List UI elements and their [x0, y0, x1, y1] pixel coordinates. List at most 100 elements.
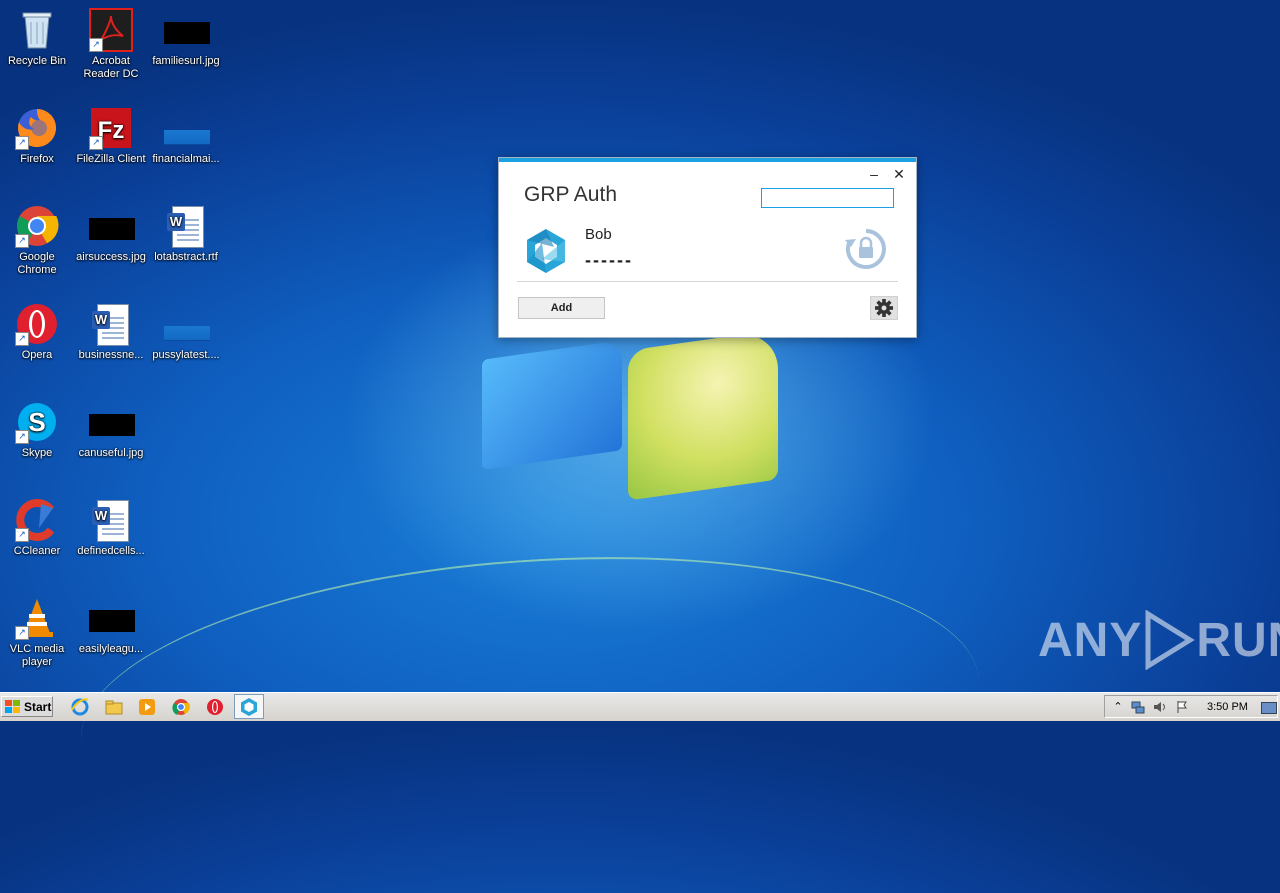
shortcut-arrow-icon: ↗: [15, 626, 29, 640]
filezilla-icon: Fz ↗: [89, 106, 133, 150]
grp-auth-window: – ✕ GRP Auth Bob ------ Add: [498, 157, 917, 338]
acrobat-icon: ↗: [89, 8, 133, 52]
image-thumbnail: [89, 414, 135, 436]
desktop-icon-label: canuseful.jpg: [78, 447, 144, 459]
account-code: ------: [585, 250, 633, 270]
desktop-icon-label: familiesurl.jpg: [152, 55, 220, 67]
windows-flag-icon: [5, 699, 20, 713]
image-thumbnail: [164, 22, 210, 44]
desktop-icon-vlc[interactable]: ↗ VLC media player: [0, 596, 74, 669]
word-document-icon: W: [89, 498, 133, 542]
desktop-icon-familiesurl[interactable]: familiesurl.jpg: [149, 8, 223, 68]
desktop-icon-airsuccess[interactable]: airsuccess.jpg: [74, 204, 148, 264]
anyrun-watermark: ANY RUN: [1038, 610, 1280, 670]
shortcut-arrow-icon: ↗: [89, 136, 103, 150]
desktop-icon-google-chrome[interactable]: ↗ Google Chrome: [0, 204, 74, 277]
opera-icon: ↗: [15, 302, 59, 346]
svg-text:S: S: [28, 407, 45, 437]
desktop-icon-lotabstract[interactable]: W lotabstract.rtf: [149, 204, 223, 264]
image-file-icon: [89, 596, 135, 640]
close-button[interactable]: ✕: [890, 166, 908, 182]
volume-icon[interactable]: [1153, 700, 1167, 714]
desktop-icon-label: Recycle Bin: [7, 55, 67, 67]
gear-icon: [875, 299, 893, 317]
image-file-icon: [89, 400, 135, 444]
desktop-icon-financialmai[interactable]: financialmai...: [149, 106, 223, 166]
shortcut-arrow-icon: ↗: [89, 38, 103, 52]
desktop-icon-label: definedcells...: [77, 545, 145, 557]
desktop-icon-label: easilyleagu...: [78, 643, 144, 655]
image-file-icon: [164, 106, 210, 150]
desktop-icon-label: Google Chrome: [17, 251, 57, 276]
recycle-bin-icon: [15, 8, 59, 52]
word-document-icon: W: [89, 302, 133, 346]
file-explorer-icon[interactable]: [104, 697, 124, 717]
chrome-icon: ↗: [15, 204, 59, 248]
desktop-icon-businessne[interactable]: W businessne...: [74, 302, 148, 362]
window-title: GRP Auth: [524, 183, 618, 206]
desktop-icon-acrobat[interactable]: ↗ Acrobat Reader DC: [74, 8, 148, 81]
skype-icon: S ↗: [15, 400, 59, 444]
start-button[interactable]: Start: [1, 696, 53, 717]
desktop-icon-label: Opera: [21, 349, 53, 361]
shortcut-arrow-icon: ↗: [15, 430, 29, 444]
desktop-icon-canuseful[interactable]: canuseful.jpg: [74, 400, 148, 460]
shortcut-arrow-icon: ↗: [15, 234, 29, 248]
add-button[interactable]: Add: [518, 297, 605, 319]
account-name: Bob: [585, 226, 612, 243]
network-icon[interactable]: [1131, 700, 1145, 714]
desktop-icon-label: airsuccess.jpg: [76, 251, 146, 263]
desktop-icon-label: lotabstract.rtf: [154, 251, 218, 263]
desktop-icon-filezilla[interactable]: Fz ↗ FileZilla Client: [74, 106, 148, 166]
ccleaner-icon: ↗: [15, 498, 59, 542]
start-label: Start: [24, 699, 52, 714]
image-thumbnail: [89, 218, 135, 240]
divider: [517, 281, 898, 282]
play-triangle-icon: [1145, 610, 1196, 670]
opera-taskbar-icon[interactable]: [205, 697, 225, 717]
desktop-icon-skype[interactable]: S ↗ Skype: [0, 400, 74, 460]
shortcut-arrow-icon: ↗: [15, 332, 29, 346]
desktop-icon-label: financialmai...: [152, 153, 220, 165]
desktop-icon-definedcells[interactable]: W definedcells...: [74, 498, 148, 558]
desktop-icon-recycle-bin[interactable]: Recycle Bin: [0, 8, 74, 68]
watermark-left: ANY: [1038, 613, 1143, 667]
settings-button[interactable]: [870, 296, 898, 320]
desktop-icon-ccleaner[interactable]: ↗ CCleaner: [0, 498, 74, 558]
logo-pane-blue: [482, 340, 622, 470]
vlc-cone-icon: ↗: [15, 596, 59, 640]
desktop-icon-pussylatest[interactable]: pussylatest....: [149, 302, 223, 362]
action-center-flag-icon[interactable]: [1175, 700, 1189, 714]
minimize-button[interactable]: –: [865, 166, 883, 182]
image-thumbnail: [89, 610, 135, 632]
system-tray: ⌃ 3:50 PM: [1104, 695, 1278, 718]
desktop-icon-easilyleagu[interactable]: easilyleagu...: [74, 596, 148, 656]
word-document-icon: W: [164, 204, 208, 248]
internet-explorer-icon[interactable]: [70, 697, 90, 717]
refresh-lock-icon[interactable]: [843, 226, 889, 272]
desktop-icon-opera[interactable]: ↗ Opera: [0, 302, 74, 362]
search-input[interactable]: [761, 188, 894, 208]
desktop-icon-label: FileZilla Client: [76, 153, 146, 165]
grp-auth-taskbar-icon: [241, 698, 257, 716]
desktop-icon-label: CCleaner: [13, 545, 61, 557]
watermark-right: RUN: [1196, 613, 1280, 667]
show-hidden-icons-chevron-icon[interactable]: ⌃: [1111, 700, 1125, 714]
image-file-icon: [164, 8, 210, 52]
chrome-taskbar-icon[interactable]: [171, 697, 191, 717]
account-logo-icon: [521, 226, 571, 276]
shortcut-arrow-icon: ↗: [15, 528, 29, 542]
shortcut-arrow-icon: ↗: [15, 136, 29, 150]
image-file-icon: [89, 204, 135, 248]
logo-pane-yellow: [628, 329, 778, 501]
grp-auth-taskbar-button[interactable]: [234, 694, 264, 719]
desktop-icon-label: Skype: [21, 447, 53, 459]
desktop-icon-label: pussylatest....: [152, 349, 220, 361]
image-thumbnail: [164, 326, 210, 341]
show-desktop-icon[interactable]: [1261, 702, 1277, 714]
media-player-icon[interactable]: [137, 697, 157, 717]
desktop-icon-firefox[interactable]: ↗ Firefox: [0, 106, 74, 166]
taskbar: Start ⌃ 3:50 PM: [0, 692, 1280, 721]
taskbar-clock[interactable]: 3:50 PM: [1207, 701, 1248, 713]
windows-logo: [478, 329, 798, 520]
